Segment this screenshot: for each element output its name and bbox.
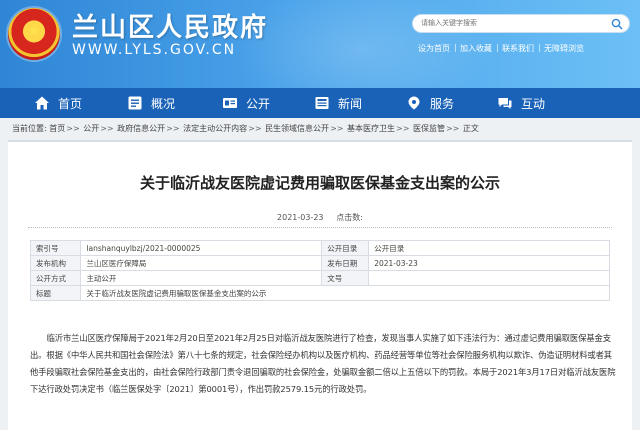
nav-label: 公开 — [246, 97, 271, 111]
article-date: 2021-03-23 — [277, 213, 324, 222]
breadcrumb-item[interactable]: 政府信息公开 — [117, 123, 165, 134]
breadcrumb-item[interactable]: 民生领域信息公开 — [265, 123, 329, 134]
method-label: 公开方式 — [29, 270, 82, 286]
table-row: 标题 关于临沂战友医院虚记费用骗取医保基金支出案的公示 — [29, 285, 610, 301]
service-icon — [408, 96, 420, 110]
pubdate-value: 2021-03-23 — [368, 255, 610, 271]
breadcrumb-separator: >> — [330, 124, 344, 133]
table-row: 发布机构 兰山区医疗保障局 发布日期 2021-03-23 — [29, 255, 610, 271]
breadcrumb-separator: >> — [248, 124, 262, 133]
article-meta: 2021-03-23 点击数: — [8, 212, 632, 223]
article-container: 关于临沂战友医院虚记费用骗取医保基金支出案的公示 2021-03-23 点击数:… — [8, 140, 632, 430]
pubdate-label: 发布日期 — [321, 255, 370, 271]
catalog-label: 公开目录 — [321, 240, 370, 256]
overview-icon — [128, 96, 142, 110]
accessibility-link[interactable]: 无障碍浏览 — [544, 43, 584, 54]
breadcrumb-separator: >> — [66, 124, 80, 133]
info-table: 索引号 lanshanquylbzj/2021-0000025 公开目录 公开目… — [29, 240, 610, 301]
nav-label: 新闻 — [338, 97, 363, 111]
news-icon — [315, 97, 329, 109]
nav-label: 互动 — [521, 97, 546, 111]
catalog-value: 公开目录 — [368, 240, 610, 256]
national-emblem-icon — [8, 8, 60, 60]
publisher-label: 发布机构 — [29, 255, 82, 271]
search-input[interactable] — [421, 16, 601, 31]
breadcrumb-item[interactable]: 医保监管 — [413, 123, 445, 134]
home-icon — [35, 96, 49, 110]
index-value: lanshanquylbzj/2021-0000025 — [80, 240, 323, 256]
publisher-value: 兰山区医疗保障局 — [80, 255, 323, 271]
link-divider: | — [538, 43, 541, 52]
site-domain: WWW.LYLS.GOV.CN — [72, 42, 237, 58]
nav-label: 服务 — [430, 97, 455, 111]
search-box — [412, 14, 630, 33]
breadcrumb-separator: >> — [396, 124, 410, 133]
index-label: 索引号 — [29, 240, 82, 256]
top-links: 设为首页 | 加入收藏 | 联系我们 | 无障碍浏览 — [418, 43, 638, 57]
table-row: 索引号 lanshanquylbzj/2021-0000025 公开目录 公开目… — [29, 240, 610, 256]
set-homepage-link[interactable]: 设为首页 — [418, 43, 450, 54]
divider — [28, 227, 612, 228]
search-icon[interactable] — [611, 18, 623, 30]
method-value: 主动公开 — [80, 270, 323, 286]
contact-us-link[interactable]: 联系我们 — [502, 43, 534, 54]
breadcrumb-prefix: 当前位置: — [12, 124, 47, 133]
docno-value — [368, 270, 610, 286]
open-icon — [223, 98, 237, 108]
nav-label: 概况 — [151, 97, 176, 111]
hits-label: 点击数: — [336, 213, 363, 222]
docno-label: 文号 — [321, 270, 370, 286]
add-favorite-link[interactable]: 加入收藏 — [460, 43, 492, 54]
article-body: 临沂市兰山区医疗保障局于2021年2月20日至2021年2月25日对临沂战友医院… — [30, 333, 616, 394]
link-divider: | — [454, 43, 457, 52]
nav-label: 首页 — [58, 97, 83, 111]
breadcrumb-item[interactable]: 基本医疗卫生 — [347, 123, 395, 134]
site-title[interactable]: 兰山区人民政府 — [72, 7, 268, 44]
link-divider: | — [496, 43, 499, 52]
breadcrumb-current: 正文 — [462, 124, 479, 133]
table-row: 公开方式 主动公开 文号 — [29, 270, 610, 286]
breadcrumb-separator: >> — [445, 124, 460, 133]
breadcrumb-separator: >> — [166, 124, 180, 133]
breadcrumb-item[interactable]: 法定主动公开内容 — [183, 123, 247, 134]
breadcrumb-item[interactable]: 公开 — [83, 123, 99, 134]
interact-icon — [498, 98, 512, 109]
breadcrumb-item[interactable]: 首页 — [49, 123, 65, 134]
breadcrumb: 当前位置: 首页>> 公开>> 政府信息公开>> 法定主动公开内容>> 民生领域… — [12, 123, 632, 137]
article-title: 关于临沂战友医院虚记费用骗取医保基金支出案的公示 — [139, 174, 500, 192]
subject-value: 关于临沂战友医院虚记费用骗取医保基金支出案的公示 — [80, 285, 610, 301]
site-header: 兰山区人民政府 WWW.LYLS.GOV.CN 设为首页 | 加入收藏 | 联系… — [0, 0, 640, 88]
main-nav: 首页 概况 公开 新闻 服务 互动 — [0, 88, 640, 118]
subject-label: 标题 — [29, 285, 82, 301]
breadcrumb-separator: >> — [100, 124, 114, 133]
